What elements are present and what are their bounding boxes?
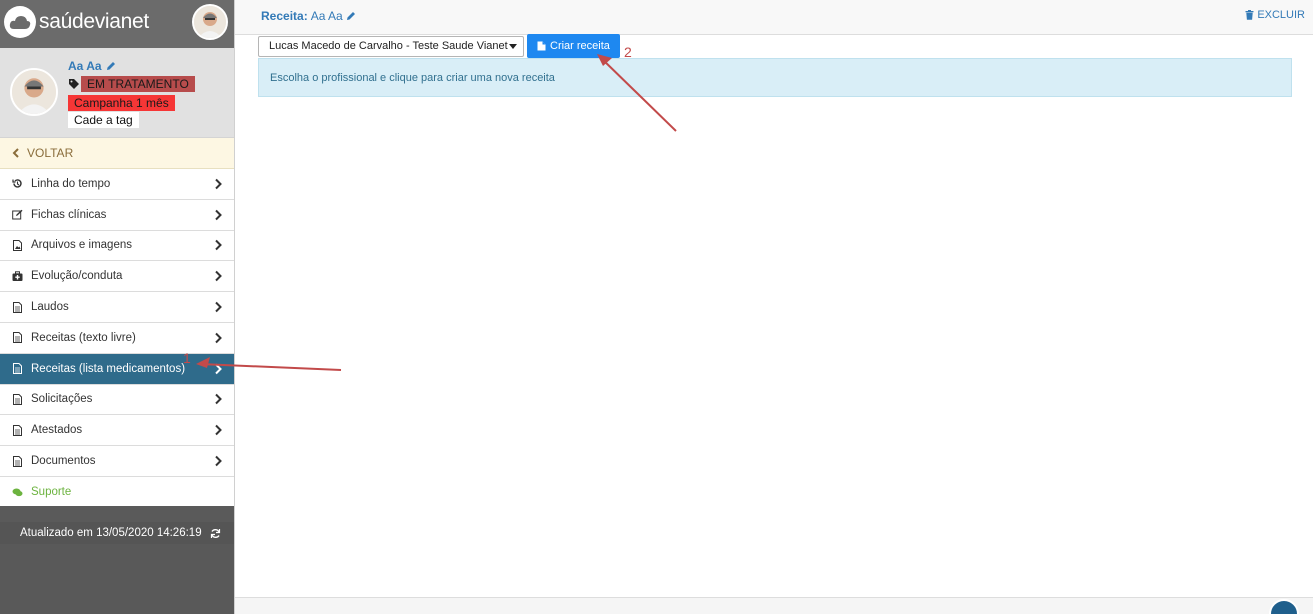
sidebar-item-documentos[interactable]: Documentos <box>0 446 234 477</box>
refresh-icon[interactable] <box>210 528 221 539</box>
document-icon <box>12 363 23 375</box>
pencil-icon[interactable] <box>346 11 356 21</box>
sidebar-item-label: Laudos <box>31 301 69 314</box>
patient-name-text: Aa Aa <box>68 59 102 73</box>
document-icon <box>12 455 23 467</box>
professional-select[interactable]: Lucas Macedo de Carvalho - Teste Saude V… <box>258 35 524 57</box>
tags-icon <box>69 79 79 89</box>
document-icon <box>12 393 23 405</box>
file-icon <box>537 41 546 51</box>
image-file-icon <box>12 239 23 251</box>
user-avatar[interactable] <box>192 4 228 40</box>
status-badge[interactable]: EM TRATAMENTO <box>81 76 195 92</box>
chevron-right-icon <box>215 425 222 436</box>
sidebar-item-label: Solicitações <box>31 393 93 406</box>
page-title-label: Receita: <box>261 9 308 23</box>
sidebar-item-label: Documentos <box>31 455 96 468</box>
sidebar-item-label: Linha do tempo <box>31 177 111 190</box>
cloud-icon <box>4 6 36 38</box>
chevron-left-icon <box>12 148 19 158</box>
pencil-icon[interactable] <box>106 61 116 71</box>
sidebar-item-solicitacoes[interactable]: Solicitações <box>0 385 234 416</box>
chevron-right-icon <box>215 394 222 405</box>
sidebar-item-fichas-clinicas[interactable]: Fichas clínicas <box>0 200 234 231</box>
annotation-step-1: 1 <box>183 350 191 366</box>
chevron-right-icon <box>215 209 222 220</box>
sidebar-item-label: Fichas clínicas <box>31 208 107 221</box>
sidebar-gap <box>0 506 234 522</box>
create-prescription-label: Criar receita <box>550 40 610 52</box>
info-alert: Escolha o profissional e clique para cri… <box>258 58 1292 97</box>
sidebar-item-linha-do-tempo[interactable]: Linha do tempo <box>0 169 234 200</box>
main-header: Receita: Aa Aa EXCLUIR <box>235 0 1313 35</box>
sidebar-item-label: Evolução/conduta <box>31 270 123 283</box>
document-icon <box>12 301 23 313</box>
chevron-right-icon <box>215 455 222 467</box>
chevron-right-icon <box>215 178 222 190</box>
create-prescription-button[interactable]: Criar receita <box>527 34 620 58</box>
info-alert-text: Escolha o profissional e clique para cri… <box>270 71 555 84</box>
caret-down-icon <box>509 43 517 49</box>
edit-icon <box>12 209 23 220</box>
chevron-right-icon <box>215 363 222 374</box>
back-label: VOLTAR <box>27 146 74 160</box>
delete-label: EXCLUIR <box>1257 9 1305 21</box>
sidebar-item-receitas-texto-livre[interactable]: Receitas (texto livre) <box>0 323 234 354</box>
back-button[interactable]: VOLTAR <box>0 138 234 169</box>
annotation-step-2: 2 <box>624 44 632 60</box>
sidebar-topbar: saúdevianet <box>0 0 234 48</box>
create-controls: Lucas Macedo de Carvalho - Teste Saude V… <box>258 34 620 58</box>
sidebar-item-label: Suporte <box>31 486 72 499</box>
sidebar-item-evolucao-conduta[interactable]: Evolução/conduta <box>0 261 234 293</box>
comments-icon <box>12 487 23 498</box>
page-title: Receita: Aa Aa <box>261 9 356 23</box>
trash-icon <box>1245 10 1254 20</box>
sidebar-item-label: Receitas (texto livre) <box>31 331 136 344</box>
sidebar-item-label: Atestados <box>31 424 83 437</box>
status-tag-row: EM TRATAMENTO <box>68 76 195 92</box>
last-updated-bar: Atualizado em 13/05/2020 14:26:19 <box>0 522 234 544</box>
sidebar-item-arquivos-e-imagens[interactable]: Arquivos e imagens <box>0 231 234 262</box>
main-footer <box>235 597 1313 614</box>
sidebar-item-suporte[interactable]: Suporte <box>0 477 234 508</box>
sidebar-bottom <box>0 544 234 614</box>
add-tag-badge[interactable]: Cade a tag <box>68 112 139 128</box>
sidebar-item-label: Arquivos e imagens <box>31 239 132 252</box>
delete-button[interactable]: EXCLUIR <box>1245 9 1305 21</box>
medkit-icon <box>12 271 23 282</box>
last-updated-text: Atualizado em 13/05/2020 14:26:19 <box>20 527 202 539</box>
sidebar-item-laudos[interactable]: Laudos <box>0 292 234 323</box>
app-logo[interactable]: saúdevianet <box>4 6 149 38</box>
logo-text: saúdevianet <box>39 10 149 33</box>
chevron-right-icon <box>215 271 222 282</box>
sidebar-menu: Linha do tempo Fichas clínicas Arquivos … <box>0 169 234 508</box>
sidebar: saúdevianet Aa Aa EM TRATAMENTO Campanha… <box>0 0 235 614</box>
professional-select-value: Lucas Macedo de Carvalho - Teste Saude V… <box>269 40 508 52</box>
campaign-badge[interactable]: Campanha 1 mês <box>68 95 175 111</box>
sidebar-item-receitas-lista-medicamentos[interactable]: Receitas (lista medicamentos) <box>0 353 234 385</box>
main-panel: Receita: Aa Aa EXCLUIR Lucas Macedo de C… <box>235 0 1313 614</box>
chevron-right-icon <box>215 240 222 251</box>
chevron-right-icon <box>215 301 222 313</box>
document-icon <box>12 332 23 344</box>
page-title-value[interactable]: Aa Aa <box>311 9 343 23</box>
chevron-right-icon <box>215 332 222 344</box>
sidebar-item-label: Receitas (lista medicamentos) <box>31 362 186 375</box>
patient-avatar[interactable] <box>10 68 58 116</box>
patient-name[interactable]: Aa Aa <box>68 59 116 73</box>
sidebar-item-atestados[interactable]: Atestados <box>0 415 234 447</box>
document-icon <box>12 424 23 436</box>
history-icon <box>12 178 23 189</box>
